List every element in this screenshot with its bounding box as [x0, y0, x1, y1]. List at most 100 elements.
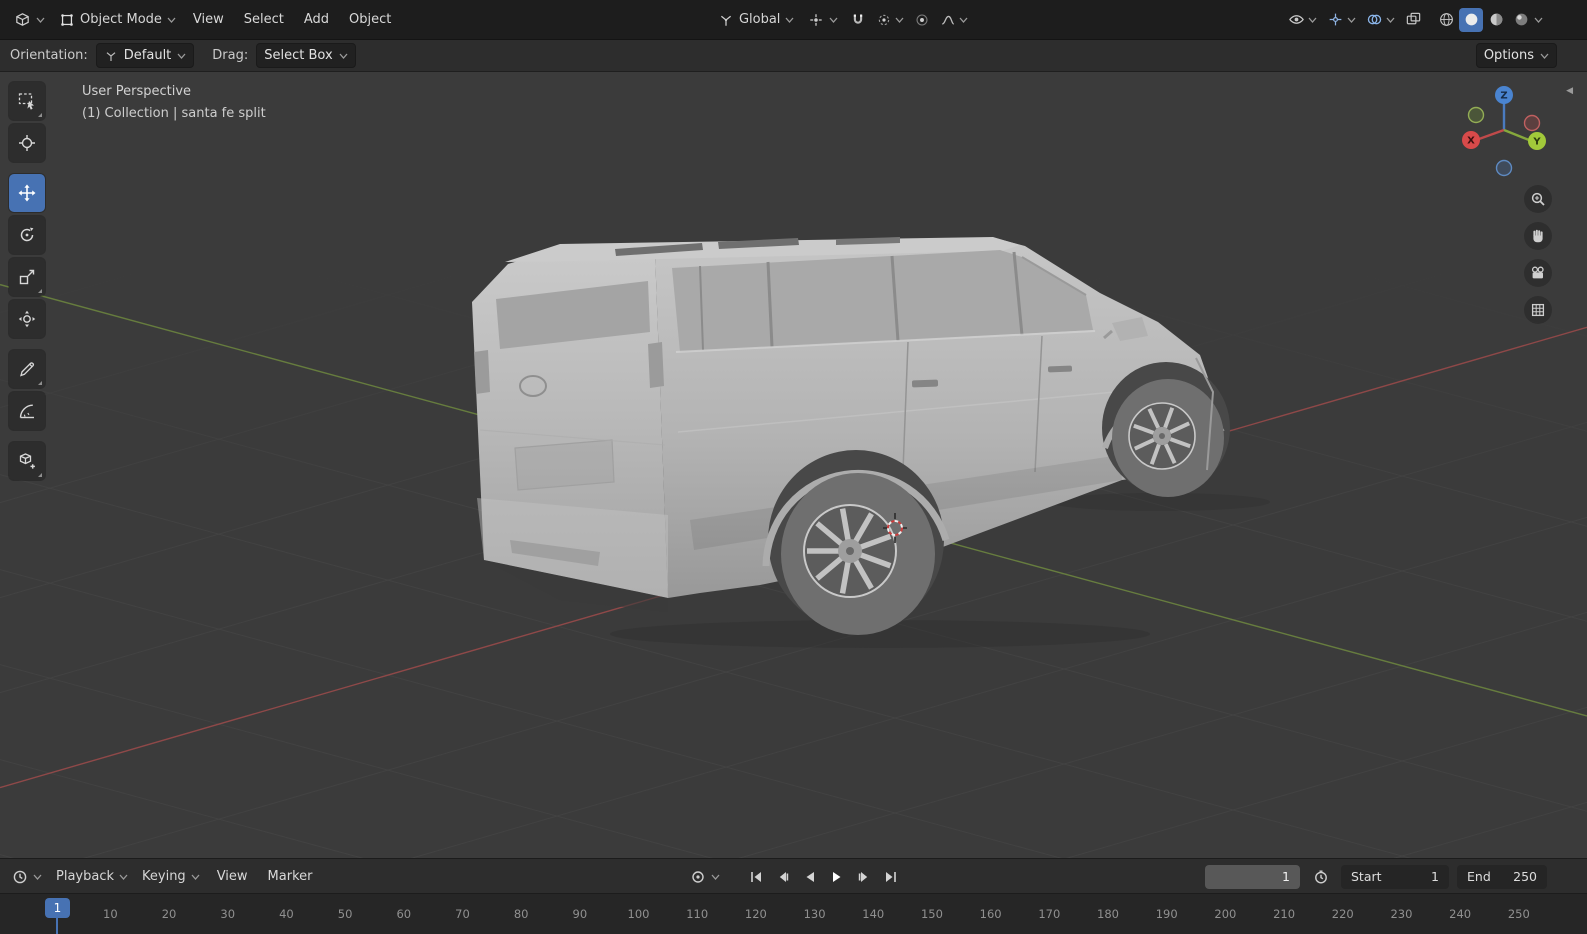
- tool-rotate[interactable]: [9, 216, 45, 254]
- pan-hand-icon: [1533, 229, 1543, 243]
- shading-wireframe-button[interactable]: [1434, 8, 1458, 32]
- viewport-canvas[interactable]: [0, 72, 1587, 858]
- tool-scale[interactable]: [9, 258, 45, 296]
- playhead-frame-chip[interactable]: 1: [45, 898, 70, 918]
- shading-material-icon: [1490, 13, 1502, 26]
- ruler-tick-label: 230: [1390, 907, 1413, 921]
- start-frame-field[interactable]: Start 1: [1341, 864, 1449, 889]
- ruler-tick-label: 250: [1507, 907, 1530, 921]
- editor-type-button[interactable]: [8, 7, 51, 32]
- snap-settings-dropdown[interactable]: [872, 9, 908, 31]
- orientation-dropdown-value: Default: [123, 48, 172, 63]
- zoom-icon: [1531, 192, 1545, 206]
- ruler-tick-label: 240: [1449, 907, 1472, 921]
- tool-select-box[interactable]: [9, 82, 45, 120]
- overlays-dropdown[interactable]: [1362, 8, 1399, 31]
- rotate-tool-icon: [20, 227, 34, 242]
- current-frame-field[interactable]: 1: [1205, 864, 1300, 889]
- cursor-tool-icon: [19, 135, 35, 151]
- drag-dropdown[interactable]: Select Box: [256, 43, 356, 68]
- play-button[interactable]: [825, 865, 850, 889]
- timeline-ruler-area[interactable]: 10 20 30 40 50 60 70 80 90 100 110 120 130 140 150 160 1…: [0, 893, 1587, 934]
- tool-settings-bar: Orientation: Default Drag: Select Box Op…: [0, 40, 1587, 72]
- mode-dropdown[interactable]: Object Mode: [53, 8, 182, 32]
- chevron-down-icon: [33, 874, 42, 880]
- tool-cursor[interactable]: [9, 124, 45, 162]
- tool-shelf: [9, 82, 45, 484]
- ruler-tick-label: 40: [279, 907, 294, 921]
- play-icon: [833, 871, 841, 882]
- shading-rendered-icon: [1515, 13, 1527, 26]
- next-keyframe-button[interactable]: [852, 865, 877, 889]
- chevron-down-icon: [1347, 17, 1356, 23]
- tool-transform[interactable]: [9, 300, 45, 338]
- timeline-menu-marker[interactable]: Marker: [259, 864, 322, 889]
- gizmos-dropdown[interactable]: [1323, 8, 1360, 31]
- menu-object[interactable]: Object: [340, 7, 400, 32]
- transform-tool-icon: [18, 310, 36, 328]
- proportional-editing-toggle[interactable]: [910, 9, 934, 31]
- jump-to-start-button[interactable]: [744, 865, 769, 889]
- menu-view[interactable]: View: [184, 7, 233, 32]
- ruler-tick-label: 180: [1097, 907, 1119, 921]
- use-preview-range-button[interactable]: [1308, 865, 1333, 889]
- gizmos-icon: [1329, 13, 1342, 26]
- falloff-dropdown[interactable]: [936, 9, 972, 31]
- options-dropdown[interactable]: Options: [1475, 43, 1557, 68]
- orientation-dropdown[interactable]: Default: [95, 43, 195, 68]
- keying-menu[interactable]: Keying: [136, 865, 206, 888]
- timeline-editor-type-button[interactable]: [6, 865, 48, 889]
- next-keyframe-icon: [858, 871, 868, 882]
- end-frame-label: End: [1467, 869, 1491, 884]
- chevron-down-icon: [829, 17, 838, 23]
- chevron-down-icon[interactable]: [1534, 17, 1543, 23]
- gizmo-neg-z-ball[interactable]: [1495, 159, 1513, 177]
- chevron-down-icon: [785, 17, 794, 23]
- snap-toggle[interactable]: [846, 9, 870, 31]
- prev-keyframe-button[interactable]: [771, 865, 796, 889]
- viewport-editor-icon: [16, 13, 29, 26]
- view-perspective-label: User Perspective: [82, 84, 192, 99]
- menu-select[interactable]: Select: [235, 7, 293, 32]
- pivot-point-dropdown[interactable]: [802, 8, 844, 32]
- end-frame-field[interactable]: End 250: [1457, 864, 1547, 889]
- current-frame-value: 1: [1282, 869, 1290, 884]
- toggle-projection-button[interactable]: [1524, 296, 1552, 324]
- shading-rendered-button[interactable]: [1509, 8, 1533, 32]
- xray-toggle[interactable]: [1401, 8, 1426, 31]
- ruler-tick-label: 50: [337, 907, 353, 921]
- timeline-ruler[interactable]: 10 20 30 40 50 60 70 80 90 100 110 120 130 140 150 160 1…: [0, 894, 1587, 934]
- auto-keying-toggle[interactable]: [684, 865, 726, 889]
- sidebar-toggle-arrow[interactable]: ◀: [1566, 86, 1573, 96]
- tool-add-cube[interactable]: [9, 442, 45, 480]
- playback-menu[interactable]: Playback: [50, 865, 134, 888]
- xray-icon: [1406, 12, 1421, 25]
- tool-measure[interactable]: [9, 392, 45, 430]
- jump-to-end-button[interactable]: [879, 865, 904, 889]
- tool-move[interactable]: [9, 174, 45, 212]
- auto-key-record-icon: [691, 870, 704, 883]
- gizmo-neg-x-ball[interactable]: [1523, 114, 1541, 132]
- visibility-dropdown[interactable]: [1284, 8, 1321, 31]
- play-reverse-button[interactable]: [798, 865, 823, 889]
- navigation-gizmo[interactable]: Z X Y: [1454, 82, 1554, 182]
- shading-solid-button[interactable]: [1459, 7, 1483, 32]
- playhead-line[interactable]: [56, 918, 58, 934]
- shading-material-button[interactable]: [1484, 8, 1508, 32]
- scale-tool-icon: [19, 269, 35, 285]
- ruler-tick-label: 220: [1331, 907, 1354, 921]
- zoom-button[interactable]: [1524, 185, 1552, 213]
- gizmo-neg-y-ball[interactable]: [1467, 106, 1485, 124]
- active-collection-label: (1) Collection | santa fe split: [82, 106, 266, 121]
- tool-annotate[interactable]: [9, 350, 45, 388]
- move-tool-icon: [18, 184, 36, 202]
- timeline-menu-view[interactable]: View: [208, 864, 257, 889]
- ruler-tick-label: 80: [513, 907, 529, 921]
- chevron-down-icon: [191, 874, 200, 880]
- menu-add[interactable]: Add: [295, 7, 338, 32]
- orientation-dropdown-header[interactable]: Global: [712, 8, 800, 32]
- pan-button[interactable]: [1524, 222, 1552, 250]
- keying-menu-label: Keying: [142, 869, 186, 884]
- chevron-down-icon: [36, 17, 45, 23]
- camera-view-button[interactable]: [1524, 259, 1552, 287]
